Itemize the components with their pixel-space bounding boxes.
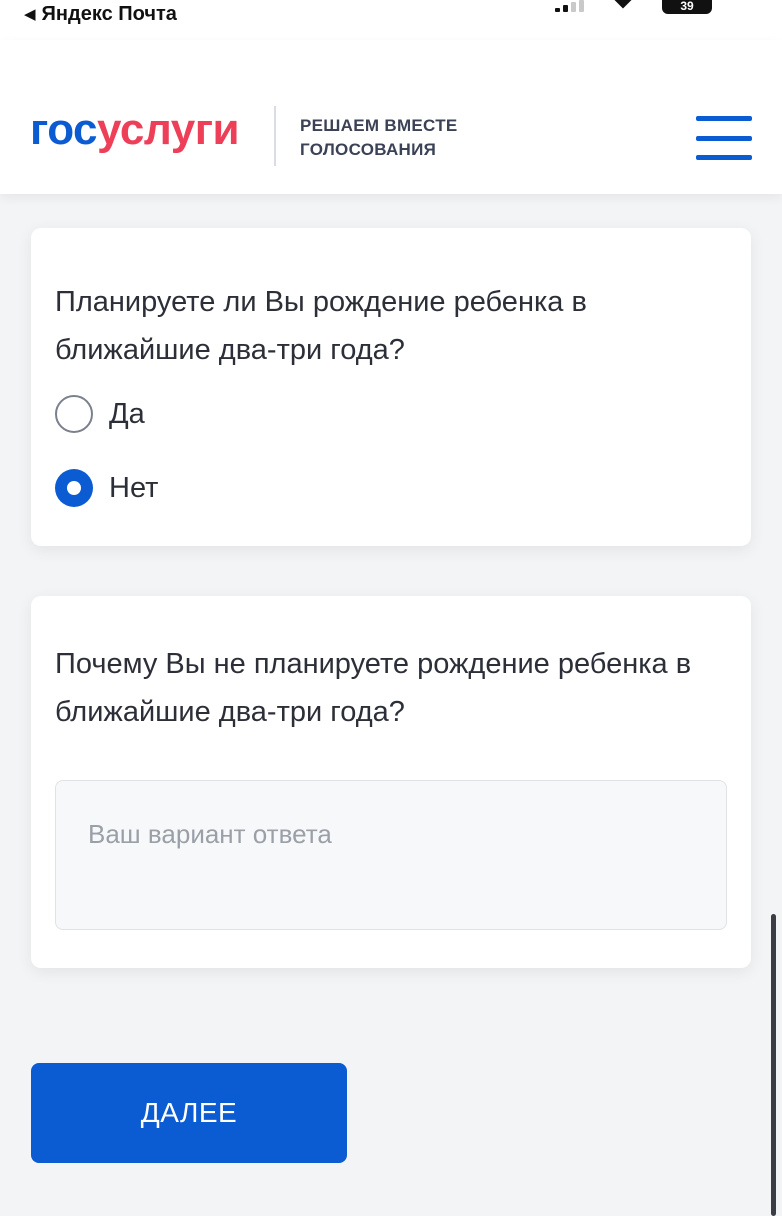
tagline-line-1: РЕШАЕМ ВМЕСТЕ <box>300 116 458 135</box>
header-divider <box>274 106 276 166</box>
back-arrow-icon: ◀ <box>24 5 36 23</box>
scrollbar[interactable] <box>771 914 776 1216</box>
gosuslugi-logo[interactable]: госуслуги <box>30 105 240 154</box>
option-label: Да <box>109 397 145 430</box>
tagline-line-2: ГОЛОСОВАНИЯ <box>300 140 437 159</box>
status-icons: 39 <box>555 0 712 14</box>
question-title: Почему Вы не планируете рождение ребенка… <box>55 648 692 728</box>
site-header: госуслуги РЕШАЕМ ВМЕСТЕ ГОЛОСОВАНИЯ <box>0 40 782 194</box>
cellular-signal-icon <box>555 0 584 12</box>
question-title: Планируете ли Вы рождение ребенка в ближ… <box>55 286 587 366</box>
radio-checked-icon[interactable] <box>55 469 93 507</box>
option-no[interactable]: Нет <box>55 468 158 508</box>
back-app-label: Яндекс Почта <box>41 2 177 25</box>
question-card-reason: Почему Вы не планируете рождение ребенка… <box>31 596 751 968</box>
logo-part-gos: гос <box>30 105 98 154</box>
question-card-birth-plans: Планируете ли Вы рождение ребенка в ближ… <box>31 228 751 546</box>
hamburger-menu-icon[interactable] <box>696 116 752 160</box>
status-bar: ◀ Яндекс Почта 39 <box>0 0 782 40</box>
answer-field-wrapper <box>55 780 727 930</box>
page: ◀ Яндекс Почта 39 госуслуги РЕШАЕМ ВМЕСТ… <box>0 0 782 1216</box>
radio-unchecked-icon[interactable] <box>55 395 93 433</box>
option-label: Нет <box>109 471 159 504</box>
battery-icon: 39 <box>662 0 712 14</box>
wifi-icon <box>612 0 634 12</box>
header-tagline: РЕШАЕМ ВМЕСТЕ ГОЛОСОВАНИЯ <box>300 114 458 162</box>
next-button[interactable]: ДАЛЕЕ <box>31 1063 347 1163</box>
answer-input[interactable] <box>56 781 726 929</box>
option-yes[interactable]: Да <box>55 394 145 434</box>
back-to-app-link[interactable]: ◀ Яндекс Почта <box>24 2 177 26</box>
logo-part-uslugi: услуги <box>97 105 240 154</box>
